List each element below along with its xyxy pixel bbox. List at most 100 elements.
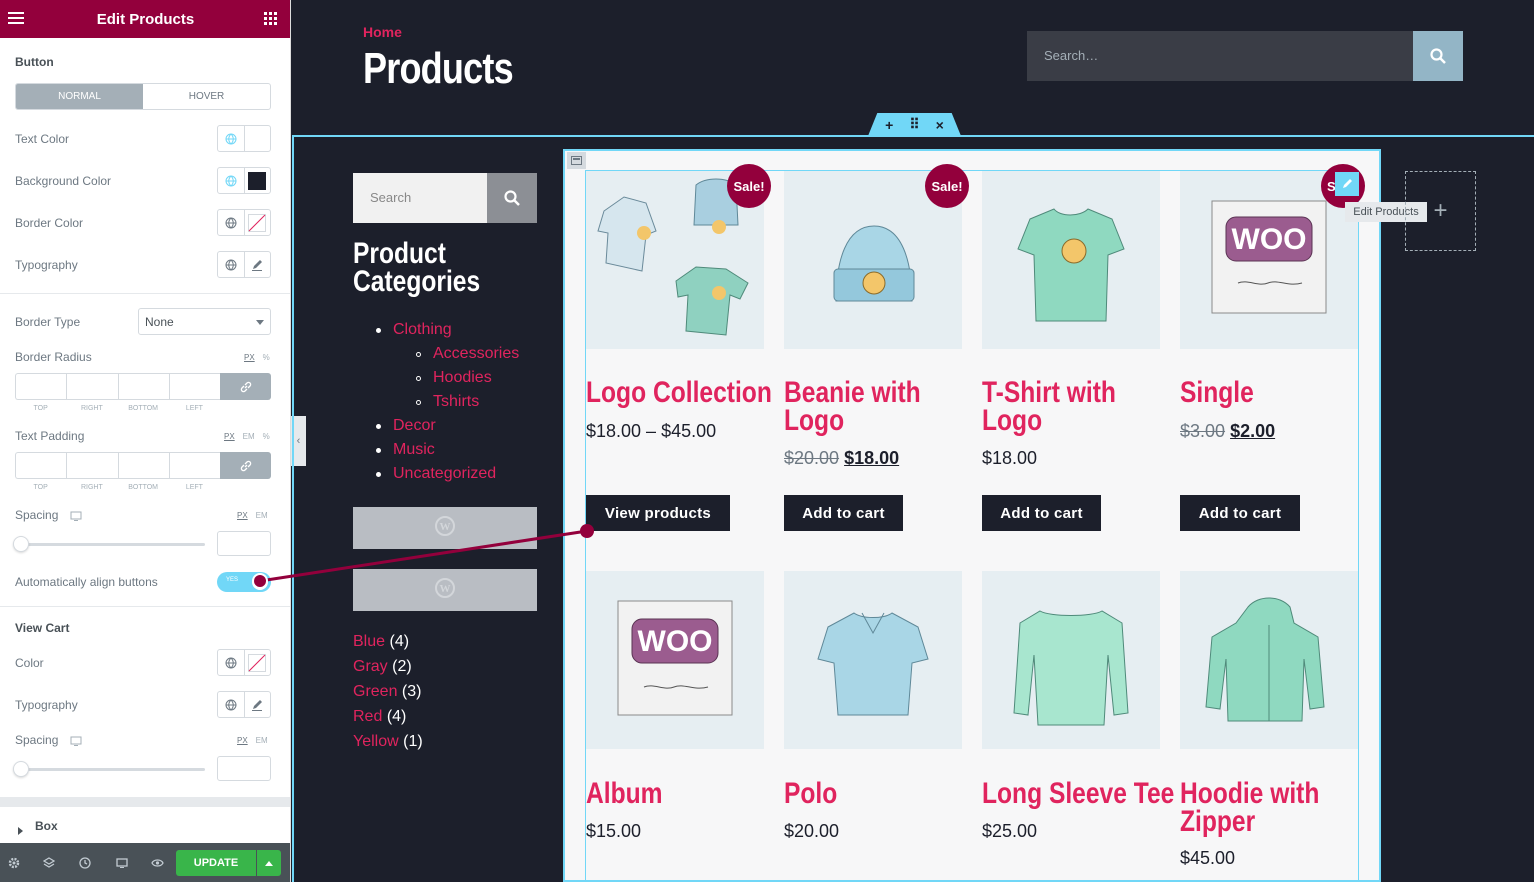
unit-em[interactable]: EM	[243, 432, 255, 441]
dim-right-input[interactable]	[66, 373, 118, 400]
product-title[interactable]: Single	[1180, 378, 1254, 408]
slider-handle[interactable]	[13, 536, 29, 552]
global-icon[interactable]	[218, 692, 245, 717]
pencil-icon[interactable]	[245, 692, 271, 717]
section-handle[interactable]: + ⠿ ×	[868, 113, 961, 136]
add-to-cart-button[interactable]: Add to cart	[784, 495, 903, 531]
dim-bottom-input[interactable]	[117, 452, 169, 479]
attribute-name[interactable]: Gray	[353, 658, 388, 675]
attribute-name[interactable]: Blue	[353, 633, 385, 650]
category-link-clothing[interactable]: Clothing	[393, 321, 452, 339]
category-link-decor[interactable]: Decor	[393, 417, 436, 435]
product-title[interactable]: Long Sleeve Tee	[982, 779, 1174, 809]
product-title[interactable]: Beanie with Logo	[784, 378, 928, 436]
product-title[interactable]: Hoodie with Zipper	[1180, 779, 1324, 837]
dim-left-input[interactable]	[168, 452, 220, 479]
attribute-filter-red[interactable]: Red (4)	[353, 708, 406, 726]
product-image-tshirt[interactable]	[982, 171, 1160, 349]
dim-top-input[interactable]	[15, 452, 67, 479]
wordpress-widget-placeholder[interactable]: W	[353, 507, 537, 549]
pencil-icon[interactable]	[245, 252, 271, 277]
header-search-input[interactable]: Search…	[1027, 31, 1413, 81]
dim-bottom-input[interactable]	[117, 373, 169, 400]
attribute-name[interactable]: Green	[353, 683, 397, 700]
button-section-title[interactable]: Button	[15, 55, 54, 69]
update-options-caret-icon[interactable]	[257, 850, 281, 876]
product-image-polo[interactable]	[784, 571, 962, 749]
edit-widget-pencil-icon[interactable]	[1335, 172, 1359, 196]
global-icon[interactable]	[218, 252, 245, 277]
category-link-hoodies[interactable]: Hoodies	[433, 369, 492, 387]
widgets-grid-icon[interactable]	[264, 12, 277, 29]
view-cart-spacing-slider[interactable]	[13, 761, 205, 777]
unit-px[interactable]: PX	[244, 353, 255, 362]
update-button[interactable]: UPDATE	[176, 850, 256, 876]
link-icon[interactable]	[220, 373, 271, 400]
global-icon[interactable]	[218, 168, 245, 193]
color-swatch[interactable]	[245, 650, 271, 675]
column-handle-icon[interactable]	[567, 152, 586, 169]
color-swatch[interactable]	[245, 126, 271, 151]
spacing-slider[interactable]	[13, 536, 205, 552]
product-title[interactable]: Polo	[784, 779, 837, 809]
slider-handle[interactable]	[13, 761, 29, 777]
unit-em[interactable]: EM	[256, 736, 268, 745]
product-title[interactable]: Logo Collection	[586, 378, 772, 408]
product-image-long-sleeve[interactable]	[982, 571, 1160, 749]
category-link-accessories[interactable]: Accessories	[433, 345, 519, 363]
wordpress-widget-placeholder[interactable]: W	[353, 569, 537, 611]
hamburger-menu-icon[interactable]	[8, 11, 24, 29]
global-icon[interactable]	[218, 650, 245, 675]
attribute-filter-yellow[interactable]: Yellow (1)	[353, 733, 423, 751]
attribute-name[interactable]: Yellow	[353, 733, 399, 750]
product-title[interactable]: Album	[586, 779, 663, 809]
product-image-hoodie-zipper[interactable]	[1180, 571, 1358, 749]
dim-right-input[interactable]	[66, 452, 118, 479]
dim-top-input[interactable]	[15, 373, 67, 400]
add-widget-drop-zone[interactable]: +	[1405, 171, 1476, 251]
spacing-input[interactable]	[217, 531, 271, 556]
drag-handle-icon[interactable]: ⠿	[909, 116, 919, 133]
category-link-uncategorized[interactable]: Uncategorized	[393, 465, 496, 483]
category-link-tshirts[interactable]: Tshirts	[433, 393, 479, 411]
unit-percent[interactable]: %	[263, 432, 270, 441]
breadcrumb-home[interactable]: Home	[363, 24, 402, 40]
view-cart-section-title[interactable]: View Cart	[15, 621, 69, 635]
search-icon[interactable]	[1413, 31, 1463, 81]
auto-align-toggle[interactable]: YES	[217, 572, 271, 592]
add-to-cart-button[interactable]: Add to cart	[982, 495, 1101, 531]
border-type-select[interactable]: None	[138, 308, 271, 335]
global-icon[interactable]	[218, 210, 245, 235]
product-image-woo-album[interactable]: WOO	[586, 571, 764, 749]
tab-normal[interactable]: NORMAL	[16, 84, 143, 109]
color-swatch[interactable]	[245, 168, 271, 193]
unit-px[interactable]: PX	[224, 432, 235, 441]
preview-eye-icon[interactable]	[143, 843, 171, 882]
add-section-icon[interactable]: +	[885, 117, 893, 133]
tab-hover[interactable]: HOVER	[143, 84, 270, 109]
view-products-button[interactable]: View products	[586, 495, 730, 531]
desktop-icon[interactable]	[70, 509, 82, 527]
add-to-cart-button[interactable]: Add to cart	[1180, 495, 1300, 531]
unit-percent[interactable]: %	[263, 353, 270, 362]
desktop-icon[interactable]	[70, 734, 82, 752]
category-link-music[interactable]: Music	[393, 441, 435, 459]
settings-gear-icon[interactable]	[0, 843, 28, 882]
history-icon[interactable]	[71, 843, 99, 882]
unit-em[interactable]: EM	[256, 511, 268, 520]
dim-left-input[interactable]	[168, 373, 220, 400]
sidebar-search-input[interactable]: Search	[353, 173, 487, 223]
responsive-mode-icon[interactable]	[108, 843, 136, 882]
attribute-filter-gray[interactable]: Gray (2)	[353, 658, 412, 676]
attribute-name[interactable]: Red	[353, 708, 382, 725]
view-cart-spacing-input[interactable]	[217, 756, 271, 781]
delete-section-icon[interactable]: ×	[936, 117, 944, 133]
unit-px[interactable]: PX	[237, 511, 248, 520]
attribute-filter-blue[interactable]: Blue (4)	[353, 633, 409, 651]
box-section-header[interactable]: Box	[0, 807, 290, 843]
link-icon[interactable]	[220, 452, 271, 479]
global-icon[interactable]	[218, 126, 245, 151]
unit-px[interactable]: PX	[237, 736, 248, 745]
attribute-filter-green[interactable]: Green (3)	[353, 683, 421, 701]
navigator-layers-icon[interactable]	[35, 843, 63, 882]
